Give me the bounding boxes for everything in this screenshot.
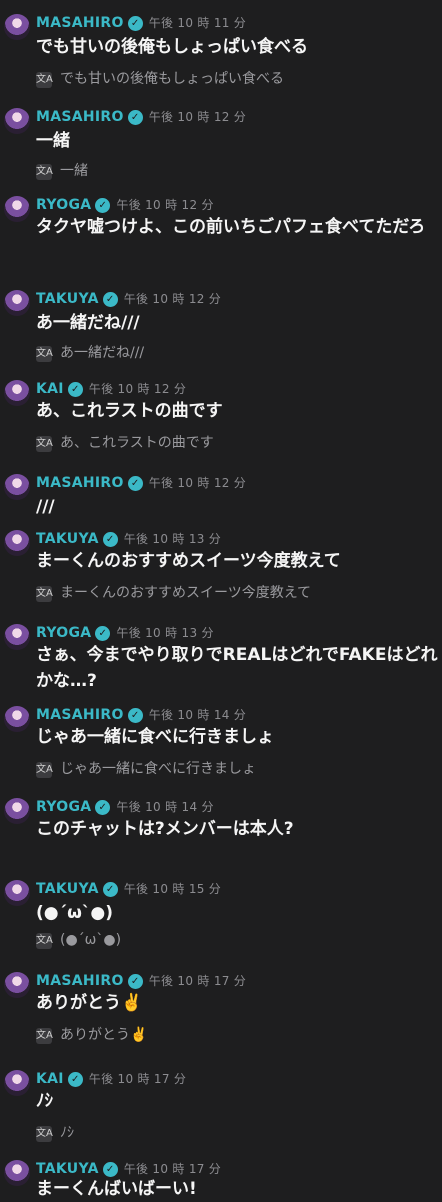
username[interactable]: KAI ✓ 午後 10 時 17 分	[36, 1070, 186, 1087]
username[interactable]: TAKUYA ✓ 午後 10 時 17 分	[36, 1160, 221, 1177]
message-text: でも甘いの後俺もしょっぱい食べる	[36, 37, 308, 57]
timestamp: 午後 10 時 12 分	[123, 292, 222, 306]
translation-text: 一緒	[60, 163, 88, 179]
avatar[interactable]	[4, 474, 30, 500]
timestamp: 午後 10 時 12 分	[116, 198, 214, 212]
translation-text: ﾉｼ	[60, 1125, 74, 1141]
avatar[interactable]	[4, 196, 30, 222]
translation-row[interactable]: 文A ﾉｼ	[36, 1122, 74, 1142]
message-text: このチャットは?メンバーは本人?	[36, 819, 294, 839]
username[interactable]: MASAHIRO ✓ 午後 10 時 17 分	[36, 972, 246, 989]
avatar[interactable]	[4, 14, 30, 40]
translation-row[interactable]: 文A あ、これラストの曲です	[36, 432, 214, 452]
avatar[interactable]	[4, 798, 30, 824]
timestamp: 午後 10 時 14 分	[116, 800, 214, 814]
translation-text: ありがとう✌️	[60, 1027, 148, 1043]
translation-text: あ、これラストの曲です	[60, 435, 214, 451]
translation-text: あ一緒だね///	[60, 345, 145, 361]
translation-text: (●´ω`●)	[60, 932, 122, 948]
timestamp: 午後 10 時 15 分	[123, 882, 222, 896]
username[interactable]: MASAHIRO ✓ 午後 10 時 14 分	[36, 706, 246, 723]
avatar[interactable]	[4, 290, 30, 316]
translate-icon: 文A	[36, 164, 53, 180]
username[interactable]: MASAHIRO ✓ 午後 10 時 12 分	[36, 108, 246, 125]
avatar[interactable]	[4, 530, 30, 556]
translate-icon: 文A	[36, 933, 53, 949]
translation-row[interactable]: 文A 一緒	[36, 160, 88, 180]
verified-badge-icon: ✓	[67, 382, 83, 397]
message-text: タクヤ嘘つけよ、この前いちごパフェ食べてただろ	[36, 217, 426, 237]
verified-badge-icon: ✓	[127, 110, 143, 125]
avatar[interactable]	[4, 706, 30, 732]
timestamp: 午後 10 時 17 分	[88, 1072, 187, 1086]
verified-badge-icon: ✓	[127, 476, 143, 491]
username[interactable]: RYOGA ✓ 午後 10 時 14 分	[36, 798, 214, 815]
message-text: ﾉｼ	[36, 1091, 53, 1111]
message-text: 一緒	[36, 131, 70, 151]
translation-row[interactable]: 文A じゃあ一緒に食べに行きましょ	[36, 758, 256, 778]
translation-text: じゃあ一緒に食べに行きましょ	[60, 761, 256, 777]
username[interactable]: TAKUYA ✓ 午後 10 時 12 分	[36, 290, 221, 307]
username[interactable]: KAI ✓ 午後 10 時 12 分	[36, 380, 186, 397]
verified-badge-icon: ✓	[95, 800, 111, 815]
message-text: (●´ω`●)	[36, 903, 113, 923]
verified-badge-icon: ✓	[102, 292, 118, 307]
translate-icon: 文A	[36, 762, 53, 778]
translate-icon: 文A	[36, 1028, 53, 1044]
avatar[interactable]	[4, 880, 30, 906]
timestamp: 午後 10 時 17 分	[148, 974, 247, 988]
message-text: じゃあ一緒に食べに行きましょ	[36, 727, 274, 747]
avatar[interactable]	[4, 972, 30, 998]
verified-badge-icon: ✓	[102, 882, 118, 897]
message-text: まーくんのおすすめスイーツ今度教えて	[36, 551, 341, 571]
message-text: あ、これラストの曲です	[36, 401, 223, 421]
verified-badge-icon: ✓	[127, 16, 143, 31]
verified-badge-icon: ✓	[102, 1162, 118, 1177]
message-text: ///	[36, 497, 55, 517]
translate-icon: 文A	[36, 586, 53, 602]
timestamp: 午後 10 時 13 分	[123, 532, 222, 546]
avatar[interactable]	[4, 1160, 30, 1186]
username[interactable]: MASAHIRO ✓ 午後 10 時 11 分	[36, 14, 246, 31]
translation-row[interactable]: 文A (●´ω`●)	[36, 932, 121, 949]
username[interactable]: RYOGA ✓ 午後 10 時 12 分	[36, 196, 214, 213]
username[interactable]: TAKUYA ✓ 午後 10 時 15 分	[36, 880, 221, 897]
username[interactable]: MASAHIRO ✓ 午後 10 時 12 分	[36, 474, 246, 491]
translate-icon: 文A	[36, 436, 53, 452]
message-text: ありがとう✌️	[36, 993, 143, 1013]
timestamp: 午後 10 時 12 分	[148, 110, 247, 124]
avatar[interactable]	[4, 624, 30, 650]
verified-badge-icon: ✓	[127, 708, 143, 723]
chat-screen: { "colors": { "background": "#1e1e1f", "…	[0, 0, 442, 1200]
message-text: まーくんばいばーい!	[36, 1179, 197, 1199]
username[interactable]: RYOGA ✓ 午後 10 時 13 分	[36, 624, 214, 641]
avatar[interactable]	[4, 1070, 30, 1096]
timestamp: 午後 10 時 13 分	[116, 626, 214, 640]
verified-badge-icon: ✓	[127, 974, 143, 989]
translate-icon: 文A	[36, 1126, 53, 1142]
translation-row[interactable]: 文A あ一緒だね///	[36, 342, 144, 362]
avatar[interactable]	[4, 108, 30, 134]
message-text: さぁ、今までやり取りでREALはどれでFAKEはどれかな…?	[36, 645, 438, 691]
translation-row[interactable]: 文A まーくんのおすすめスイーツ今度教えて	[36, 582, 311, 602]
message-text: あ一緒だね///	[36, 313, 140, 333]
timestamp: 午後 10 時 17 分	[123, 1162, 222, 1176]
translate-icon: 文A	[36, 346, 53, 362]
verified-badge-icon: ✓	[102, 532, 118, 547]
verified-badge-icon: ✓	[95, 626, 111, 641]
translation-row[interactable]: 文A ありがとう✌️	[36, 1024, 147, 1044]
username[interactable]: TAKUYA ✓ 午後 10 時 13 分	[36, 530, 221, 547]
timestamp: 午後 10 時 11 分	[148, 16, 247, 30]
timestamp: 午後 10 時 14 分	[148, 708, 247, 722]
translate-icon: 文A	[36, 72, 53, 88]
translation-text: でも甘いの後俺もしょっぱい食べる	[60, 71, 284, 87]
timestamp: 午後 10 時 12 分	[148, 476, 247, 490]
verified-badge-icon: ✓	[67, 1072, 83, 1087]
translation-row[interactable]: 文A でも甘いの後俺もしょっぱい食べる	[36, 68, 284, 88]
timestamp: 午後 10 時 12 分	[88, 382, 187, 396]
verified-badge-icon: ✓	[95, 198, 111, 213]
translation-text: まーくんのおすすめスイーツ今度教えて	[60, 585, 312, 601]
avatar[interactable]	[4, 380, 30, 406]
